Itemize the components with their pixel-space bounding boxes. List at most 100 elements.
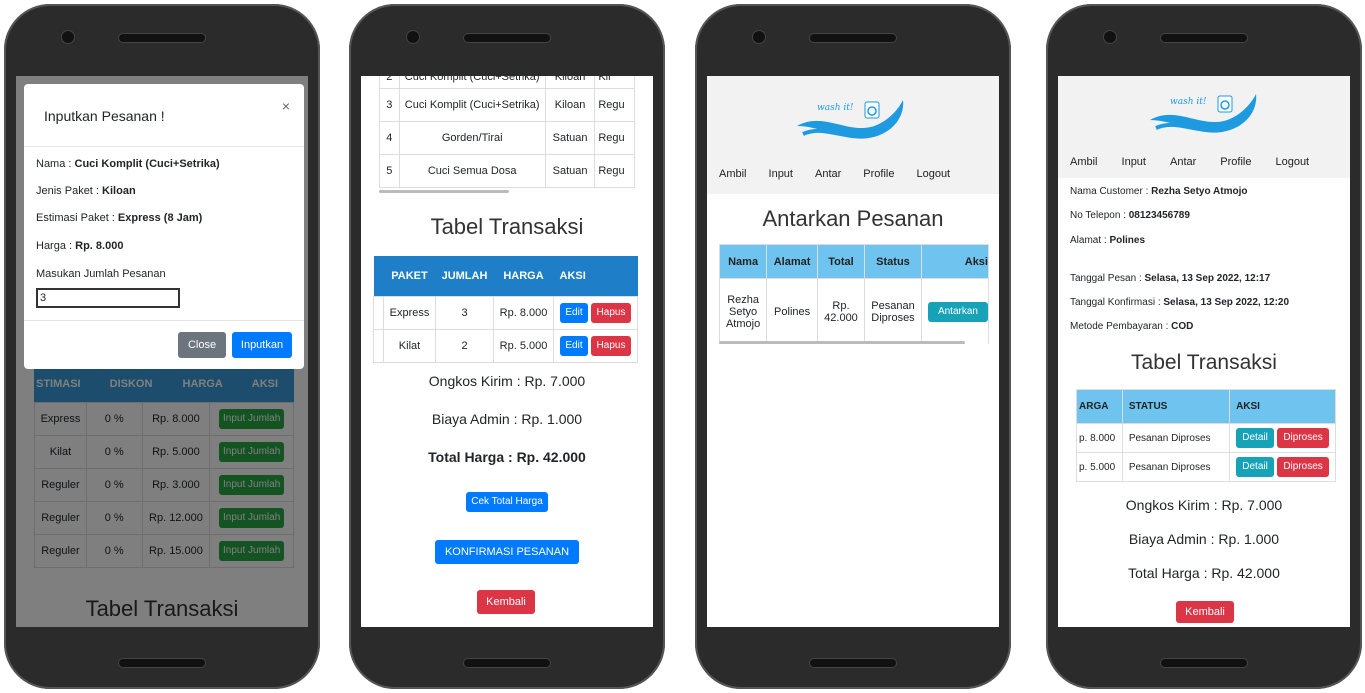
table-row: Kilat 2 Rp. 5.000 Edit Hapus (373, 328, 638, 363)
col-header: Alamat (766, 244, 818, 279)
ongkos-kirim: Ongkos Kirim : Rp. 7.000 (1125, 497, 1283, 513)
col-header: JUMLAH (441, 269, 488, 282)
cell: 5 (379, 154, 400, 188)
table-row: Rezha Setyo Atmojo Polines Rp. 42.000 Pe… (719, 278, 989, 344)
cell: Regu (594, 121, 635, 155)
section-title: Tabel Transaksi (430, 214, 584, 239)
cell: Kiloan (544, 88, 596, 122)
cell: Kiloan (544, 76, 596, 89)
detail-button[interactable]: Detail (1236, 457, 1275, 477)
transaksi-table: ARGA STATUS AKSI p. 8.000 Pesanan Diproses De… (1076, 389, 1336, 482)
cell: p. 8.000 (1076, 423, 1123, 453)
cell: Cuci Semua Dosa (398, 154, 546, 188)
metode-pembayaran: Metode Pembayaran : COD (1070, 321, 1194, 332)
nama-customer: Nama Customer : Rezha Setyo Atmojo (1070, 186, 1248, 197)
nav-input[interactable]: Input (1122, 156, 1146, 168)
total-harga: Total Harga : Rp. 42.000 (428, 449, 586, 465)
cek-total-button[interactable]: Cek Total Harga (466, 492, 548, 512)
jenis-line: Jenis Paket : Kiloan (36, 185, 136, 197)
table-row: 2 Cuci Komplit (Cuci+Setrika) Kiloan Kil (379, 76, 635, 89)
nav-antar[interactable]: Antar (815, 168, 841, 180)
screen-antar: wash it! Ambil Input Antar Profile Logout An… (707, 76, 999, 627)
edit-button[interactable]: Edit (560, 302, 588, 323)
camera (1104, 31, 1116, 43)
jumlah-input[interactable]: 3 (36, 288, 180, 308)
col-header: Status (864, 244, 922, 279)
scrollbar[interactable] (719, 341, 965, 344)
tanggal-konfirmasi: Tanggal Konfirmasi : Selasa, 13 Sep 2022… (1070, 297, 1290, 308)
cell: Pesanan Diproses (1121, 423, 1231, 453)
nav-ambil[interactable]: Ambil (1070, 156, 1098, 168)
close-icon[interactable]: × (282, 98, 290, 114)
detail-button[interactable]: Detail (1236, 428, 1275, 448)
antar-table: Nama Alamat Total Status Aksi Rezha Setyo At… (719, 244, 989, 344)
screen-input-pesanan: STIMASI DISKON HARGA AKSI Express0 %Rp. … (16, 76, 308, 627)
table-row: p. 5.000 Pesanan Diproses Detail Diproses (1076, 452, 1336, 482)
modal-dialog: Inputkan Pesanan ! × Nama : Cuci Komplit… (24, 84, 304, 369)
kembali-button[interactable]: Kembali (1176, 601, 1234, 623)
header: wash it! Ambil Input Antar Profile Logout (707, 76, 999, 194)
close-button[interactable]: Close (178, 332, 226, 358)
col-header: STATUS (1121, 389, 1231, 424)
scrollbar[interactable] (379, 190, 509, 193)
home-bar (1161, 659, 1247, 667)
navbar: Ambil Input Antar Profile Logout (719, 168, 972, 180)
paket-rows: 2 Cuci Komplit (Cuci+Setrika) Kiloan Kil 3 Cu… (379, 76, 635, 188)
cell: Rp. 8.000 (493, 295, 554, 330)
nav-profile[interactable]: Profile (1220, 156, 1251, 168)
nav-profile[interactable]: Profile (863, 168, 894, 180)
col-header: AKSI (559, 269, 586, 282)
nav-logout[interactable]: Logout (916, 168, 950, 180)
cell: 4 (379, 121, 400, 155)
cell: 3 (435, 295, 494, 330)
cell-total: Rp. 42.000 (816, 278, 866, 344)
cell: p. 5.000 (1076, 452, 1123, 482)
col-header: AKSI (1229, 389, 1336, 424)
nav-logout[interactable]: Logout (1275, 156, 1309, 168)
konfirmasi-button[interactable]: KONFIRMASI PESANAN (435, 540, 579, 564)
total-harga: Total Harga : Rp. 42.000 (1128, 565, 1280, 581)
speaker (1161, 34, 1247, 42)
cell-alamat: Polines (766, 278, 818, 344)
speaker (119, 34, 205, 42)
alamat: Alamat : Polines (1070, 235, 1146, 246)
transaksi-rows: ARGA STATUS AKSI p. 8.000 Pesanan Diproses De… (1076, 389, 1336, 482)
kembali-button[interactable]: Kembali (477, 590, 535, 614)
cell-status: Pesanan Diproses (864, 278, 922, 344)
camera (407, 31, 419, 43)
cell: Satuan (544, 121, 596, 155)
nav-antar[interactable]: Antar (1170, 156, 1196, 168)
speaker (464, 34, 550, 42)
table-row: p. 8.000 Pesanan Diproses Detail Diproses (1076, 423, 1336, 453)
table-header: PAKET JUMLAH HARGA AKSI (373, 256, 638, 296)
screen-detail: wash it! Ambil Input Antar Profile Logout Na… (1058, 76, 1350, 627)
phone-2: 2 Cuci Komplit (Cuci+Setrika) Kiloan Kil 3 Cu… (349, 4, 665, 689)
hapus-button[interactable]: Hapus (591, 335, 631, 356)
cell: Pesanan Diproses (1121, 452, 1231, 482)
tanggal-pesan: Tanggal Pesan : Selasa, 13 Sep 2022, 12:… (1070, 273, 1271, 284)
wash-it-logo: wash it! (797, 100, 904, 139)
col-header: HARGA (503, 269, 544, 282)
home-bar (464, 659, 550, 667)
edit-button[interactable]: Edit (560, 335, 588, 356)
nav-ambil[interactable]: Ambil (719, 168, 747, 180)
home-bar (810, 659, 896, 667)
phone-3: wash it! Ambil Input Antar Profile Logout An… (695, 4, 1011, 689)
hapus-button[interactable]: Hapus (591, 302, 631, 323)
cell: Regu (594, 88, 635, 122)
inputkan-button[interactable]: Inputkan (232, 332, 292, 358)
navbar: Ambil Input Antar Profile Logout (1070, 156, 1333, 168)
diproses-button[interactable]: Diproses (1277, 428, 1330, 448)
nav-input[interactable]: Input (769, 168, 793, 180)
cell: 2 (379, 76, 400, 89)
cell: 3 (379, 88, 400, 122)
wash-it-logo: wash it! (1150, 94, 1257, 133)
cell-nama: Rezha Setyo Atmojo (719, 278, 768, 344)
cell: Kilat (383, 328, 436, 363)
col-header: ARGA (1076, 389, 1123, 424)
diproses-button[interactable]: Diproses (1277, 457, 1330, 477)
cell: Satuan (544, 154, 596, 188)
antarkan-button[interactable]: Antarkan (927, 301, 988, 322)
estimasi-line: Estimasi Paket : Express (8 Jam) (36, 212, 203, 224)
phone-1: STIMASI DISKON HARGA AKSI Express0 %Rp. … (4, 4, 320, 689)
